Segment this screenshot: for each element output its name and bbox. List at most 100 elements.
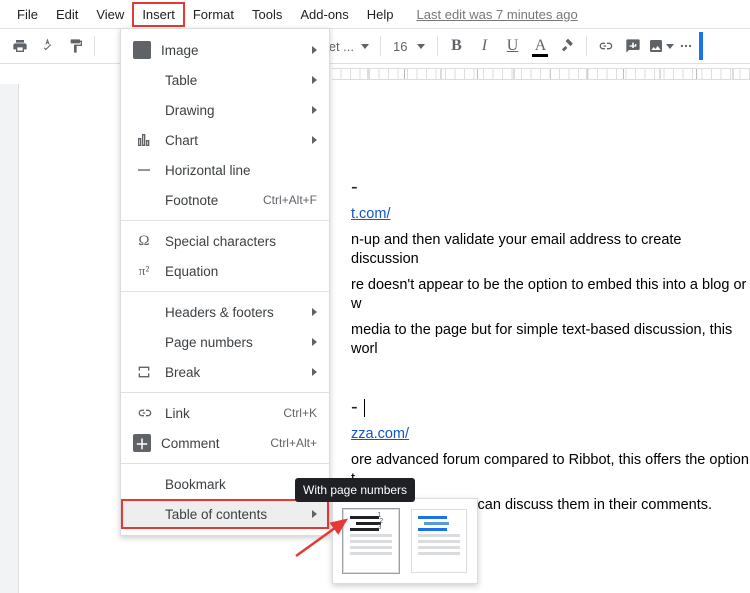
menu-help[interactable]: Help xyxy=(358,3,403,26)
menu-tools[interactable]: Tools xyxy=(243,3,291,26)
blank-icon xyxy=(133,70,155,90)
text-cursor xyxy=(364,399,365,417)
chevron-down-icon xyxy=(361,44,369,49)
toolbar-separator xyxy=(586,36,587,56)
chevron-down-icon xyxy=(417,44,425,49)
menu-addons[interactable]: Add-ons xyxy=(291,3,357,26)
menu-item-chart[interactable]: Chart xyxy=(121,125,329,155)
menu-item-label: Footnote xyxy=(165,193,263,208)
menu-item-label: Break xyxy=(165,365,306,380)
doc-link[interactable]: zza.com/ xyxy=(351,426,409,442)
blank-icon xyxy=(133,100,155,120)
insert-link-button[interactable] xyxy=(591,32,619,60)
submenu-arrow-icon xyxy=(312,510,317,518)
menu-item-link[interactable]: Link Ctrl+K xyxy=(121,398,329,428)
highlight-button[interactable] xyxy=(554,32,582,60)
menu-insert[interactable]: Insert xyxy=(133,3,184,26)
menu-item-label: Table of contents xyxy=(165,507,306,522)
tooltip-with-page-numbers: With page numbers xyxy=(295,478,415,502)
spellcheck-button[interactable] xyxy=(34,32,62,60)
table-of-contents-submenu: 1 2 3 xyxy=(332,498,478,584)
blank-icon xyxy=(133,332,155,352)
font-size-value: 16 xyxy=(393,39,407,54)
pi-icon: π² xyxy=(133,261,155,281)
text-color-button[interactable]: A xyxy=(526,32,554,60)
document-content[interactable]: - t.com/ n-up and then validate your ema… xyxy=(351,94,750,521)
break-icon xyxy=(133,362,155,382)
toolbar-separator xyxy=(437,36,438,56)
italic-button[interactable]: I xyxy=(470,32,498,60)
submenu-arrow-icon xyxy=(312,308,317,316)
blank-icon xyxy=(133,504,155,524)
chart-icon xyxy=(133,130,155,150)
paint-format-button[interactable] xyxy=(62,32,90,60)
menu-file[interactable]: File xyxy=(8,3,47,26)
menu-item-comment[interactable]: ＋ Comment Ctrl+Alt+ xyxy=(121,428,329,458)
toolbar-separator xyxy=(94,36,95,56)
menu-view[interactable]: View xyxy=(87,3,133,26)
menu-item-horizontal-line[interactable]: Horizontal line xyxy=(121,155,329,185)
menu-item-label: Horizontal line xyxy=(165,163,317,178)
last-edit-link[interactable]: Last edit was 7 minutes ago xyxy=(417,7,578,22)
menu-edit[interactable]: Edit xyxy=(47,3,87,26)
menu-item-label: Image xyxy=(161,43,306,58)
insert-comment-button[interactable] xyxy=(619,32,647,60)
menu-item-drawing[interactable]: Drawing xyxy=(121,95,329,125)
paragraph-line: media to the page but for simple text-ba… xyxy=(351,321,750,360)
omega-icon: Ω xyxy=(133,231,155,251)
menu-separator xyxy=(121,291,329,292)
menu-item-label: Headers & footers xyxy=(165,305,306,320)
menu-item-page-numbers[interactable]: Page numbers xyxy=(121,327,329,357)
font-size-dropdown[interactable]: 16 xyxy=(385,39,433,54)
underline-button[interactable]: U xyxy=(498,32,526,60)
link-icon xyxy=(133,403,155,423)
more-toolbar-button[interactable] xyxy=(675,32,703,60)
insert-image-button[interactable] xyxy=(647,32,675,60)
menu-item-label: Equation xyxy=(165,264,317,279)
blank-icon xyxy=(133,474,155,494)
doc-link[interactable]: t.com/ xyxy=(351,206,390,222)
menu-separator xyxy=(121,392,329,393)
menu-shortcut: Ctrl+Alt+ xyxy=(270,436,317,450)
menu-item-label: Table xyxy=(165,73,306,88)
blank-icon xyxy=(133,302,155,322)
submenu-arrow-icon xyxy=(312,76,317,84)
paragraph-line: re doesn't appear to be the option to em… xyxy=(351,276,750,315)
heading-fragment: - xyxy=(351,394,750,421)
menu-item-label: Special characters xyxy=(165,234,317,249)
menu-item-label: Drawing xyxy=(165,103,306,118)
menu-item-image[interactable]: Image xyxy=(121,35,329,65)
ruler[interactable] xyxy=(0,64,750,84)
menu-item-table-of-contents[interactable]: Table of contents xyxy=(121,499,329,529)
menu-shortcut: Ctrl+Alt+F xyxy=(263,193,317,207)
print-button[interactable] xyxy=(6,32,34,60)
toolbar-separator xyxy=(380,36,381,56)
menu-shortcut: Ctrl+K xyxy=(283,406,317,420)
insert-menu-dropdown: Image Table Drawing Chart Horizontal lin… xyxy=(120,28,330,536)
menu-item-label: Link xyxy=(165,406,283,421)
submenu-arrow-icon xyxy=(312,106,317,114)
menu-item-label: Comment xyxy=(161,436,270,451)
menu-item-equation[interactable]: π² Equation xyxy=(121,256,329,286)
menu-item-label: Chart xyxy=(165,133,306,148)
menu-format[interactable]: Format xyxy=(184,3,243,26)
menu-bar: File Edit View Insert Format Tools Add-o… xyxy=(0,0,750,28)
menu-item-headers-footers[interactable]: Headers & footers xyxy=(121,297,329,327)
paragraph-line: n-up and then validate your email addres… xyxy=(351,231,750,270)
menu-item-table[interactable]: Table xyxy=(121,65,329,95)
toc-option-with-page-numbers[interactable]: 1 2 3 xyxy=(343,509,399,573)
submenu-arrow-icon xyxy=(312,136,317,144)
menu-item-footnote[interactable]: Footnote Ctrl+Alt+F xyxy=(121,185,329,215)
menu-separator xyxy=(121,220,329,221)
blank-icon xyxy=(133,190,155,210)
menu-item-special-characters[interactable]: Ω Special characters xyxy=(121,226,329,256)
comment-icon: ＋ xyxy=(133,434,151,452)
toc-option-with-blue-links[interactable] xyxy=(411,509,467,573)
chevron-down-icon xyxy=(666,44,674,49)
menu-item-break[interactable]: Break xyxy=(121,357,329,387)
menu-item-label: Page numbers xyxy=(165,335,306,350)
horizontal-line-icon xyxy=(133,160,155,180)
bold-button[interactable]: B xyxy=(442,32,470,60)
toolbar: chet ... 16 B I U A xyxy=(0,28,750,64)
menu-separator xyxy=(121,463,329,464)
